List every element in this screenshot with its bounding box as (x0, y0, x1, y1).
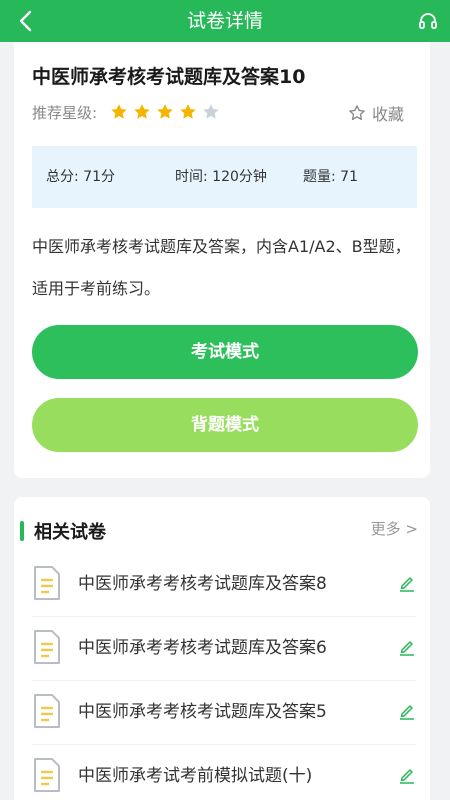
total-score: 总分: 71分 (46, 169, 115, 185)
favorite-label: 收藏 (371, 105, 404, 124)
top-bar: 试卷详情 (0, 0, 450, 42)
edit-icon[interactable] (398, 638, 416, 656)
document-icon (34, 630, 60, 664)
document-icon (34, 694, 60, 728)
document-icon (34, 566, 60, 600)
list-item[interactable]: 中医师承考考核考试题库及答案8 (32, 553, 416, 617)
star-filled-icon (134, 104, 150, 119)
star-rating (110, 103, 225, 121)
star-outline-icon (349, 105, 365, 121)
section-accent-bar (20, 521, 24, 541)
section-title: 相关试卷 (34, 522, 106, 543)
question-count: 题量: 71 (303, 169, 358, 185)
list-item-label: 中医师承考考核考试题库及答案6 (78, 638, 327, 658)
star-filled-icon (111, 104, 127, 119)
star-empty-icon (203, 104, 219, 119)
more-link[interactable]: 更多 > (371, 518, 418, 539)
edit-icon[interactable] (398, 766, 416, 784)
list-item-label: 中医师承考考核考试题库及答案8 (78, 574, 327, 594)
exam-mode-button[interactable]: 考试模式 (32, 325, 418, 379)
review-mode-button[interactable]: 背题模式 (32, 398, 418, 452)
favorite-button[interactable]: 收藏 (348, 101, 404, 125)
list-item-label: 中医师承考试考前模拟试题(十) (78, 766, 313, 786)
list-item[interactable]: 中医师承考考核考试题库及答案5 (32, 681, 416, 745)
paper-detail-card: 中医师承考核考试题库及答案10 推荐星级: 收藏 总分: 71分 时间: 120… (14, 42, 430, 478)
list-item-label: 中医师承考考核考试题库及答案5 (78, 702, 327, 722)
star-filled-icon (180, 104, 196, 119)
list-item[interactable]: 中医师承考考核考试题库及答案6 (32, 617, 416, 681)
edit-icon[interactable] (398, 702, 416, 720)
rating-label: 推荐星级: (32, 104, 98, 122)
paper-description: 中医师承考核考试题库及答案，内含A1/A2、B型题，适用于考前练习。 (32, 237, 411, 298)
document-icon (34, 758, 60, 792)
related-papers-card: 相关试卷 更多 > 中医师承考考核考试题库及答案8 中医师承考考核考试题库及答案… (14, 497, 430, 800)
related-list: 中医师承考考核考试题库及答案8 中医师承考考核考试题库及答案6 中医师承考考核考… (14, 553, 430, 800)
paper-title: 中医师承考核考试题库及答案10 (32, 66, 306, 88)
page-title: 试卷详情 (186, 10, 263, 32)
list-item[interactable]: 中医师承考试考前模拟试题(十) (32, 745, 416, 800)
exam-time: 时间: 120分钟 (175, 169, 267, 185)
stats-panel: 总分: 71分 时间: 120分钟 题量: 71 (32, 146, 417, 208)
star-filled-icon (157, 104, 173, 119)
headset-icon[interactable] (418, 11, 438, 31)
edit-icon[interactable] (398, 574, 416, 592)
